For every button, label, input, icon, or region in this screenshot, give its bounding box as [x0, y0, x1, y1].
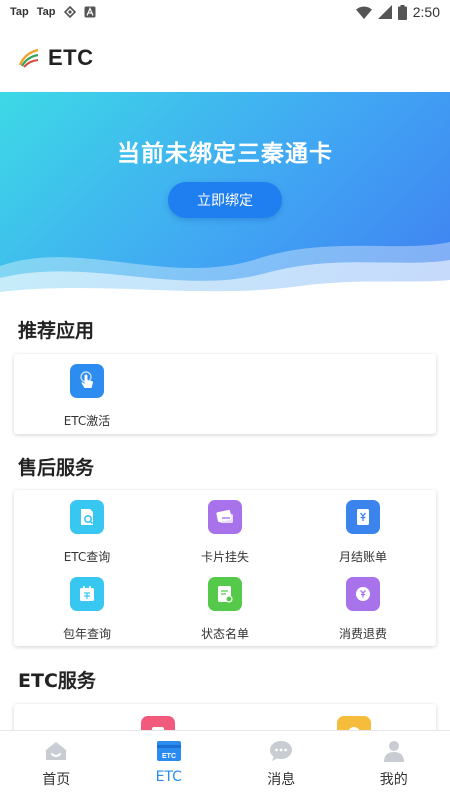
- profile-icon: [383, 741, 404, 762]
- status-bar: Tap Tap 2:50: [0, 0, 450, 24]
- nav-label-home: 首页: [42, 772, 71, 788]
- card-loss-icon: [208, 500, 242, 534]
- nav-item-etc[interactable]: ETC ETC: [113, 731, 226, 800]
- wifi-icon: [355, 6, 372, 19]
- app-item-label: ETC激活: [63, 414, 111, 428]
- signal-icon: [377, 5, 392, 19]
- tap-hand-icon: [70, 364, 104, 398]
- bind-now-button[interactable]: 立即绑定: [168, 182, 282, 218]
- after-sales-card: ETC查询 卡片挂失 月结账单 包年查询 状态名单 消费退费: [14, 490, 436, 646]
- app-header: ETC: [0, 24, 450, 92]
- service-item-card-loss[interactable]: 卡片挂失: [155, 500, 295, 565]
- monthly-bill-icon: [346, 500, 380, 534]
- nav-item-messages[interactable]: 消息: [225, 731, 338, 800]
- service-item-label: 消费退费: [338, 627, 387, 641]
- service-item-label: 月结账单: [338, 550, 387, 564]
- status-notifications: Tap Tap: [10, 6, 96, 18]
- refund-icon: [346, 577, 380, 611]
- service-item-refund[interactable]: 消费退费: [293, 577, 433, 642]
- section-title-etc-services: ETC服务: [18, 670, 96, 692]
- nav-item-profile[interactable]: 我的: [338, 731, 450, 800]
- document-search-icon: [70, 500, 104, 534]
- annual-calendar-icon: [70, 577, 104, 611]
- sync-icon: [63, 6, 76, 18]
- service-item-label: 包年查询: [62, 627, 111, 641]
- bottom-nav: 首页 ETC ETC 消息 我的: [0, 730, 450, 800]
- etc-card-icon: ETC: [156, 741, 181, 761]
- svg-text:ETC: ETC: [162, 753, 176, 760]
- recommended-card: ETC激活: [14, 354, 436, 434]
- service-item-label: 状态名单: [200, 627, 249, 641]
- message-icon: [270, 741, 293, 761]
- section-title-after-sales: 售后服务: [18, 457, 95, 479]
- notification-tap-1: Tap: [10, 6, 29, 18]
- app-item-etc-activate[interactable]: ETC激活: [17, 364, 157, 429]
- service-item-etc-query[interactable]: ETC查询: [17, 500, 157, 565]
- nav-label-profile: 我的: [379, 772, 408, 788]
- nav-label-etc: ETC: [155, 769, 182, 785]
- page-title: ETC: [48, 45, 94, 70]
- notification-tap-2: Tap: [36, 6, 56, 18]
- battery-icon: [397, 4, 407, 20]
- status-indicators: 2:50: [355, 4, 440, 20]
- service-item-label: ETC查询: [63, 550, 111, 564]
- service-item-status-list[interactable]: 状态名单: [155, 577, 295, 642]
- nav-item-home[interactable]: 首页: [0, 731, 113, 800]
- service-item-monthly-bill[interactable]: 月结账单: [293, 500, 433, 565]
- banner-title: 当前未绑定三秦通卡: [117, 141, 333, 167]
- font-a-icon: [84, 6, 95, 18]
- banner-wave-decoration: [0, 242, 450, 298]
- status-time: 2:50: [412, 4, 440, 20]
- section-title-recommended: 推荐应用: [18, 320, 95, 342]
- app-logo-icon: [18, 48, 39, 68]
- home-icon: [46, 742, 67, 760]
- service-item-label: 卡片挂失: [200, 550, 249, 564]
- status-list-icon: [208, 577, 242, 611]
- service-item-annual-query[interactable]: 包年查询: [17, 577, 157, 642]
- nav-label-messages: 消息: [267, 772, 296, 788]
- binding-banner: 当前未绑定三秦通卡 立即绑定: [0, 92, 450, 298]
